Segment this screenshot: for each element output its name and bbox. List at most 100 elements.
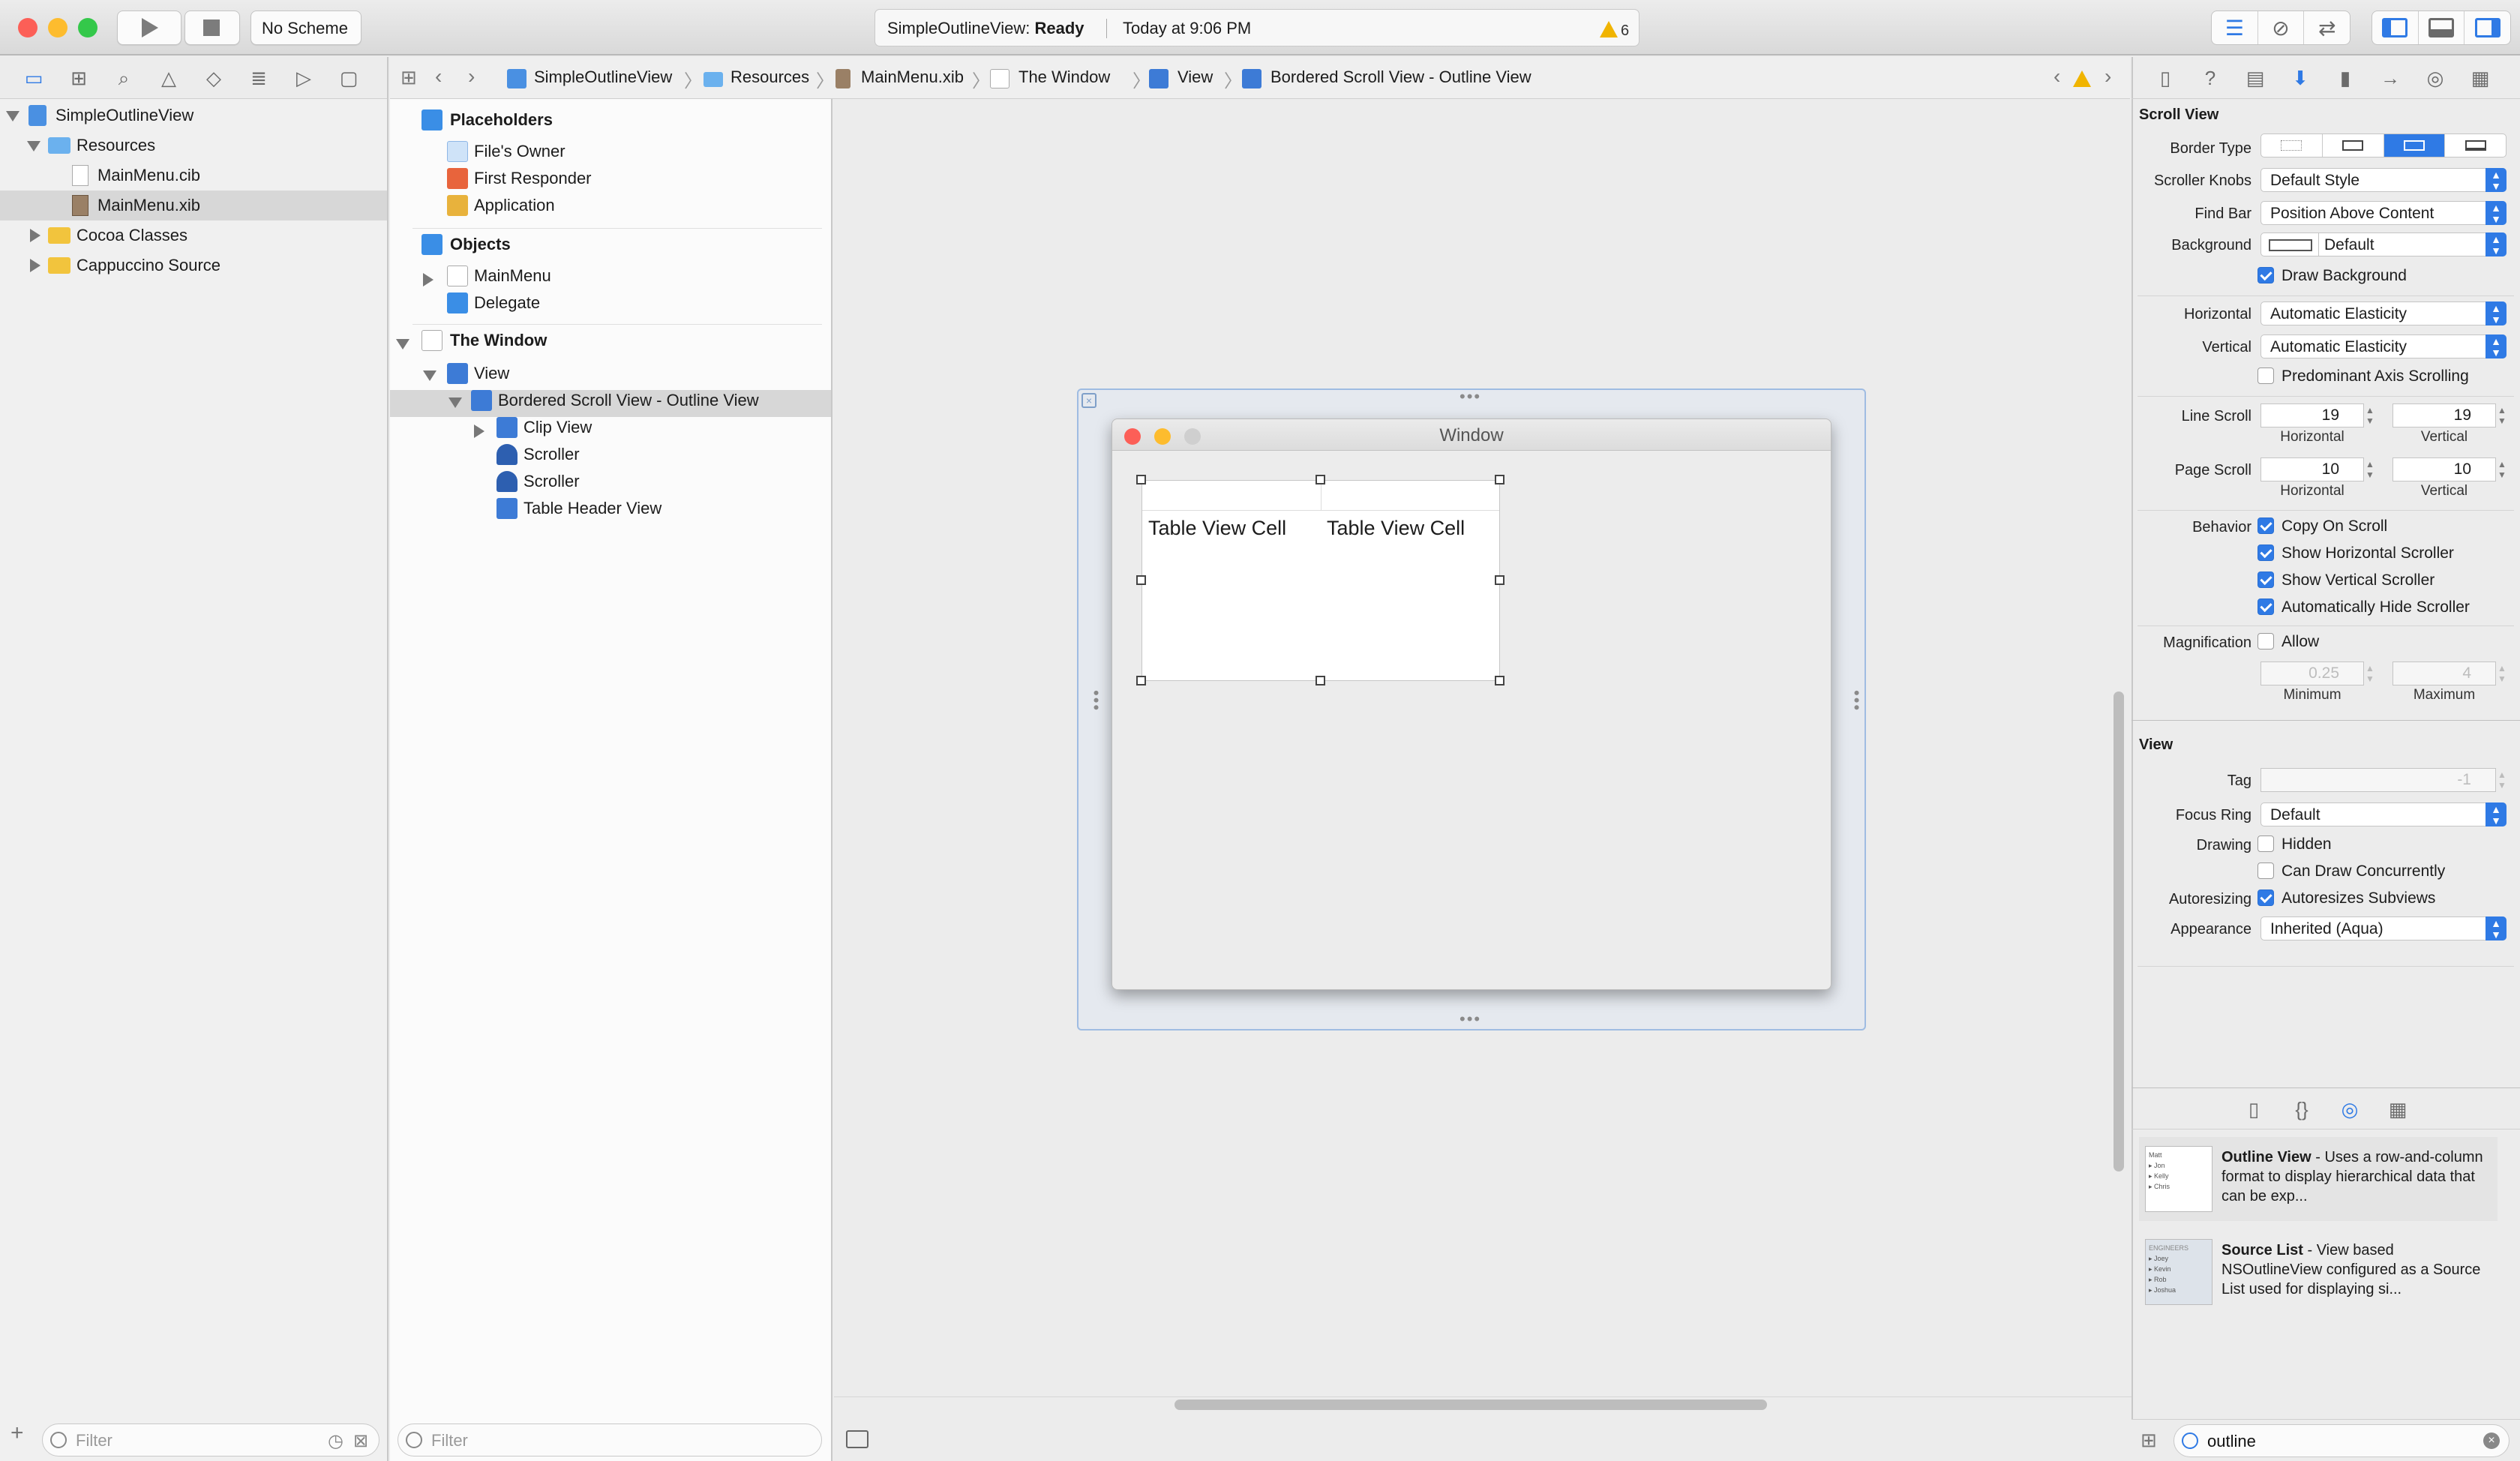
copy-on-scroll-checkbox[interactable]: Copy On Scroll (2258, 518, 2387, 536)
scroller-knobs-popup[interactable]: Default Style ▲ ▼ (2260, 168, 2506, 192)
appearance-popup[interactable]: Inherited (Aqua) ▲ ▼ (2260, 916, 2506, 940)
disclosure-open-icon[interactable] (396, 339, 410, 350)
background-color-popup[interactable]: Default ▲ ▼ (2260, 232, 2506, 256)
border-none-option[interactable] (2261, 134, 2323, 157)
standard-editor-icon[interactable]: ☰ (2212, 11, 2258, 44)
predominant-axis-checkbox[interactable]: Predominant Axis Scrolling (2258, 368, 2469, 386)
resize-handle[interactable] (1316, 676, 1325, 686)
object-library-icon[interactable]: ◎ (2338, 1098, 2361, 1120)
page-scroll-horizontal-field[interactable]: 10 (2260, 458, 2364, 482)
resize-handle[interactable] (1495, 575, 1504, 585)
add-icon[interactable]: + (10, 1420, 24, 1446)
resize-handle[interactable] (1316, 475, 1325, 484)
toggle-utilities-icon[interactable] (2464, 11, 2510, 44)
nav-item-mainmenu-cib[interactable]: MainMenu.cib (0, 160, 387, 190)
close-frame-icon[interactable]: × (1082, 393, 1096, 408)
auto-hide-scroller-checkbox[interactable]: Automatically Hide Scroller (2258, 598, 2470, 616)
vertical-elasticity-popup[interactable]: Automatic Elasticity ▲ ▼ (2260, 334, 2506, 358)
resize-handle[interactable] (1495, 475, 1504, 484)
nav-item-mainmenu-xib[interactable]: MainMenu.xib (0, 190, 387, 220)
clear-search-icon[interactable]: × (2483, 1432, 2500, 1449)
file-template-library-icon[interactable]: ▯ (2242, 1098, 2265, 1120)
crumb-scroll-view[interactable]: Bordered Scroll View - Outline View (1270, 68, 1532, 87)
line-scroll-vertical-field[interactable]: 19 (2392, 404, 2496, 428)
resize-handle[interactable] (1495, 676, 1504, 686)
version-editor-icon[interactable]: ⇄ (2304, 11, 2350, 44)
outline-table-header-view[interactable]: Table Header View (524, 495, 662, 522)
identity-inspector-icon[interactable]: ▤ (2244, 67, 2266, 89)
nav-item-cocoa-classes[interactable]: Cocoa Classes (0, 220, 387, 250)
crumb-mainmenu-xib[interactable]: MainMenu.xib (861, 68, 964, 87)
debug-icon[interactable]: ≣ (248, 67, 270, 89)
toggle-debug-area-icon[interactable] (2419, 11, 2465, 44)
issue-icon[interactable]: △ (158, 67, 180, 89)
show-outline-icon[interactable] (846, 1430, 868, 1448)
canvas-vertical-scrollbar[interactable] (2114, 692, 2124, 1172)
run-button[interactable] (117, 10, 182, 45)
zoom-window-button[interactable] (78, 18, 98, 38)
assistant-editor-icon[interactable]: ⊘ (2258, 11, 2305, 44)
find-bar-popup[interactable]: Position Above Content ▲ ▼ (2260, 201, 2506, 225)
toggle-navigator-icon[interactable] (2372, 11, 2419, 44)
warning-icon[interactable] (2073, 70, 2091, 87)
resize-handle[interactable] (1136, 475, 1146, 484)
crumb-project[interactable]: SimpleOutlineView (534, 68, 672, 87)
help-inspector-icon[interactable]: ? (2199, 67, 2222, 89)
outline-view-selection[interactable]: Table View Cell Table View Cell (1142, 480, 1500, 681)
test-icon[interactable]: ◇ (202, 67, 225, 89)
disclosure-open-icon[interactable] (448, 398, 462, 408)
scm-filter-icon[interactable]: ⊠ (353, 1430, 368, 1452)
breakpoint-icon[interactable]: ▷ (292, 67, 315, 89)
nav-item-cappuccino-source[interactable]: Cappuccino Source (0, 250, 387, 280)
disclosure-closed-icon[interactable] (30, 259, 40, 272)
draw-background-checkbox[interactable]: Draw Background (2258, 267, 2407, 285)
media-library-icon[interactable]: ▦ (2386, 1098, 2409, 1120)
grid-view-icon[interactable]: ⊞ (2140, 1429, 2157, 1452)
disclosure-closed-icon[interactable] (474, 424, 484, 438)
nav-item-resources[interactable]: Resources (0, 130, 387, 160)
tag-field[interactable]: -1 (2260, 768, 2496, 792)
table-view-cell-1[interactable]: Table View Cell (1148, 517, 1286, 540)
stepper-icon[interactable]: ▲ ▼ (2362, 404, 2378, 428)
report-icon[interactable]: ▢ (338, 67, 360, 89)
show-vertical-scroller-checkbox[interactable]: Show Vertical Scroller (2258, 572, 2434, 590)
forward-icon[interactable]: › (468, 64, 475, 88)
outline-clip-view[interactable]: Clip View (524, 414, 592, 441)
page-scroll-vertical-field[interactable]: 10 (2392, 458, 2496, 482)
size-inspector-icon[interactable]: ▮ (2334, 67, 2356, 89)
show-horizontal-scroller-checkbox[interactable]: Show Horizontal Scroller (2258, 544, 2454, 562)
connections-inspector-icon[interactable]: → (2379, 67, 2402, 89)
can-draw-concurrently-checkbox[interactable]: Can Draw Concurrently (2258, 862, 2445, 880)
outline-mainmenu[interactable]: MainMenu (474, 262, 551, 290)
outline-view[interactable]: View (474, 360, 509, 387)
outline-delegate[interactable]: Delegate (474, 290, 540, 316)
stepper-icon[interactable]: ▲ ▼ (2494, 768, 2510, 792)
attributes-inspector-icon[interactable]: ⬇ (2289, 67, 2312, 89)
file-inspector-icon[interactable]: ▯ (2154, 67, 2176, 89)
hidden-checkbox[interactable]: Hidden (2258, 836, 2332, 854)
next-issue-icon[interactable]: › (2104, 64, 2111, 88)
autoresizes-subviews-checkbox[interactable]: Autoresizes Subviews (2258, 890, 2435, 908)
disclosure-closed-icon[interactable] (423, 273, 434, 286)
resize-handle-left[interactable]: ••• (1086, 690, 1106, 712)
crumb-resources[interactable]: Resources (730, 68, 809, 87)
outline-filter-field[interactable]: Filter (398, 1424, 822, 1456)
resize-handle[interactable] (1136, 676, 1146, 686)
back-icon[interactable]: ‹ (435, 64, 442, 88)
disclosure-open-icon[interactable] (27, 141, 40, 152)
warning-badge[interactable]: 6 (1600, 19, 1629, 40)
outline-first-responder[interactable]: First Responder (474, 165, 592, 192)
border-line-option[interactable] (2323, 134, 2384, 157)
hierarchy-icon[interactable]: ⊞ (68, 67, 90, 89)
canvas-horizontal-scrollbar[interactable] (1174, 1400, 1767, 1410)
library-item-source-list[interactable]: ENGINEERS ▸ Joey ▸ Kevin ▸ Rob ▸ Joshua Sour… (2139, 1230, 2498, 1314)
effects-inspector-icon[interactable]: ▦ (2469, 67, 2492, 89)
outline-scroller-1[interactable]: Scroller (524, 441, 580, 468)
section-the-window[interactable]: The Window (450, 327, 547, 354)
border-groove-option[interactable] (2445, 134, 2506, 157)
outline-files-owner[interactable]: File's Owner (474, 138, 566, 165)
library-item-outline-view[interactable]: Matt ▸ Jon ▸ Kelly ▸ Chris Outline View - U… (2139, 1137, 2498, 1221)
crumb-view[interactable]: View (1178, 68, 1213, 87)
outline-scroller-2[interactable]: Scroller (524, 468, 580, 495)
disclosure-open-icon[interactable] (423, 370, 436, 381)
